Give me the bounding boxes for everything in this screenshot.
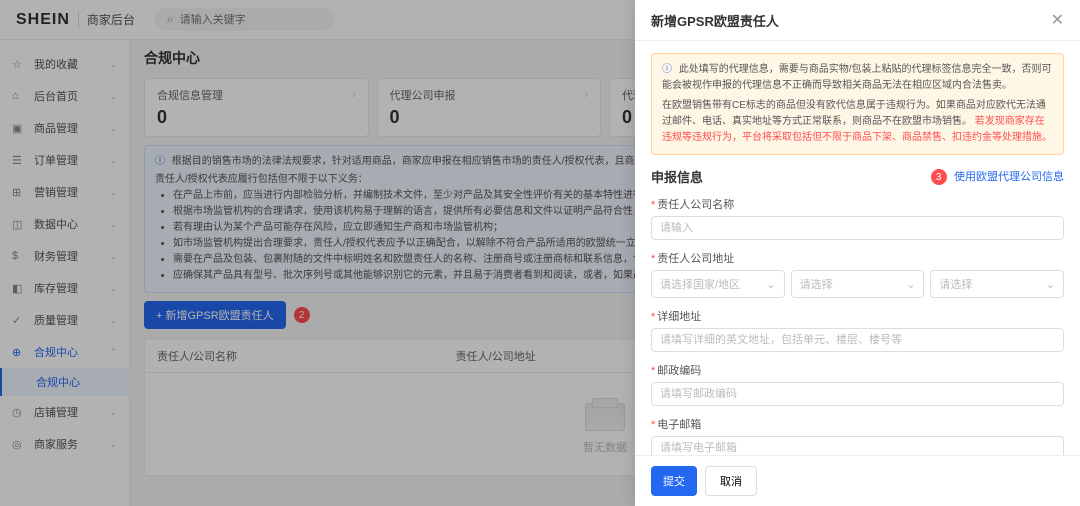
- input-company-name[interactable]: [651, 216, 1064, 240]
- section-head: 申报信息 3 使用欧盟代理公司信息: [651, 167, 1064, 186]
- label-address: 责任人公司地址: [657, 253, 734, 265]
- label-email: 电子邮箱: [657, 419, 701, 431]
- drawer: 新增GPSR欧盟责任人 ✕ ⓘ 此处填写的代理信息，需要与商品实物/包装上粘贴的…: [635, 0, 1080, 506]
- use-eu-info-link[interactable]: 使用欧盟代理公司信息: [954, 171, 1064, 183]
- chevron-down-icon: ⌄: [906, 278, 915, 291]
- chevron-down-icon: ⌄: [1046, 278, 1055, 291]
- input-email[interactable]: [651, 436, 1064, 455]
- field-postal: *邮政编码: [651, 362, 1064, 406]
- drawer-header: 新增GPSR欧盟责任人 ✕: [635, 0, 1080, 41]
- field-company-name: *责任人公司名称: [651, 196, 1064, 240]
- use-eu-link-wrap: 3 使用欧盟代理公司信息: [931, 168, 1064, 186]
- field-address: *责任人公司地址 请选择国家/地区⌄ 请选择⌄ 请选择⌄: [651, 250, 1064, 298]
- drawer-alert: ⓘ 此处填写的代理信息，需要与商品实物/包装上粘贴的代理标签信息完全一致，否则可…: [651, 53, 1064, 155]
- field-email: *电子邮箱: [651, 416, 1064, 455]
- chevron-down-icon: ⌄: [766, 278, 775, 291]
- label-detail-address: 详细地址: [657, 311, 701, 323]
- drawer-title: 新增GPSR欧盟责任人: [651, 11, 779, 30]
- drawer-footer: 提交 取消: [635, 455, 1080, 506]
- submit-button[interactable]: 提交: [651, 466, 697, 496]
- close-icon[interactable]: ✕: [1051, 10, 1064, 30]
- input-detail-address[interactable]: [651, 328, 1064, 352]
- drawer-body: ⓘ 此处填写的代理信息，需要与商品实物/包装上粘贴的代理标签信息完全一致，否则可…: [635, 41, 1080, 455]
- field-detail-address: *详细地址: [651, 308, 1064, 352]
- select-country[interactable]: 请选择国家/地区⌄: [651, 270, 785, 298]
- label-postal: 邮政编码: [657, 365, 701, 377]
- select-region[interactable]: 请选择⌄: [791, 270, 925, 298]
- select-city[interactable]: 请选择⌄: [930, 270, 1064, 298]
- info-icon: ⓘ: [662, 64, 672, 75]
- input-postal[interactable]: [651, 382, 1064, 406]
- label-company-name: 责任人公司名称: [657, 199, 734, 211]
- cancel-button[interactable]: 取消: [705, 466, 757, 496]
- link-badge: 3: [931, 169, 947, 185]
- section-title: 申报信息: [651, 167, 703, 186]
- alert-p1: 此处填写的代理信息，需要与商品实物/包装上粘贴的代理标签信息完全一致，否则可能会…: [662, 64, 1052, 91]
